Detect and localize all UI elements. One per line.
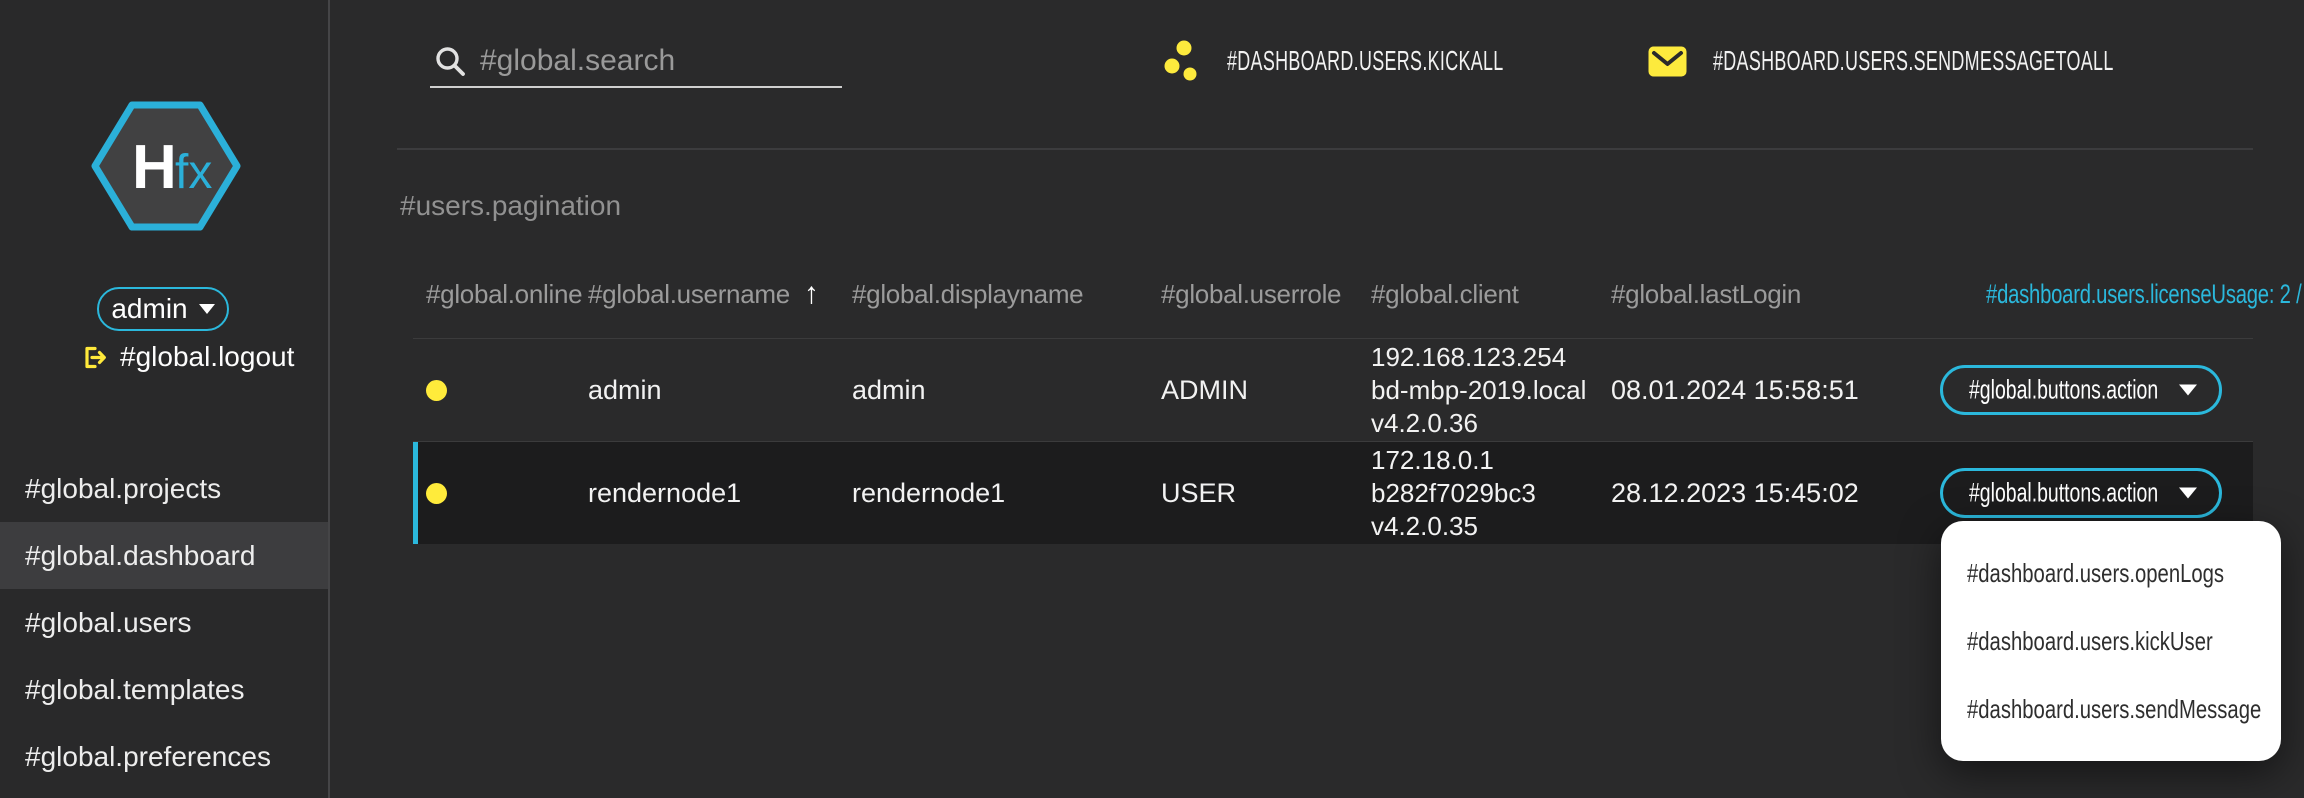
menu-item-label: #dashboard.users.openLogs [1967,558,2224,589]
send-message-to-all-label: #DASHBOARD.USERS.SENDMESSAGETOALL [1713,45,2114,77]
menu-item-label: #dashboard.users.kickUser [1967,626,2213,657]
lastlogin-cell: 28.12.2023 15:45:02 [1611,478,1856,509]
row-action-dropdown-button[interactable]: #global.buttons.action [1940,365,2222,415]
sidebar-nav: #global.projects #global.dashboard #glob… [0,455,328,790]
column-header-label: #global.client [1371,279,1519,310]
online-cell [413,380,588,401]
column-header-online[interactable]: #global.online [413,279,588,310]
column-header-displayname[interactable]: #global.displayname [852,279,1161,310]
sidebar: H fx admin #global.logout #global.projec… [0,0,330,798]
client-version: v4.2.0.36 [1371,407,1611,440]
logo-letter-main: H [132,133,177,202]
action-button-label: #global.buttons.action [1969,478,2158,509]
kick-all-users-button[interactable]: #DASHBOARD.USERS.KICKALL [1163,31,1659,91]
username-cell: rendernode1 [588,478,852,509]
client-version: v4.2.0.35 [1371,510,1611,543]
current-user-label: admin [111,293,187,325]
client-ip: 192.168.123.254 [1371,341,1611,374]
action-dropdown-menu: #dashboard.users.openLogs #dashboard.use… [1941,521,2281,761]
client-cell: 172.18.0.1 b282f7029bc3 v4.2.0.35 [1371,444,1611,543]
sidebar-item-preferences[interactable]: #global.preferences [0,723,328,790]
hexagon-logo-icon: H fx [90,100,242,232]
sidebar-item-users[interactable]: #global.users [0,589,328,656]
table-row[interactable]: admin admin ADMIN 192.168.123.254 bd-mbp… [413,338,2253,441]
online-status-icon [426,483,447,504]
search-field [430,36,842,88]
bubbles-icon [1163,39,1201,83]
logout-button[interactable]: #global.logout [80,340,294,374]
app-root: H fx admin #global.logout #global.projec… [0,0,2304,798]
users-table: #global.online #global.username ↑ #globa… [413,250,2253,544]
sort-ascending-icon: ↑ [804,279,819,309]
sidebar-item-templates[interactable]: #global.templates [0,656,328,723]
online-cell [413,483,588,504]
menu-item-label: #dashboard.users.sendMessage [1967,694,2261,725]
sidebar-item-label: #global.users [25,607,192,639]
topbar-divider [397,148,2253,150]
logo-letter-sub: fx [175,146,212,199]
client-host: b282f7029bc3 [1371,477,1611,510]
column-header-lastlogin[interactable]: #global.lastLogin [1611,279,1856,310]
action-button-label: #global.buttons.action [1969,375,2158,406]
column-header-label: #global.online [426,279,582,310]
lastlogin-cell: 08.01.2024 15:58:51 [1611,375,1856,406]
displayname-cell: admin [852,375,1161,406]
mail-icon [1648,46,1687,77]
column-header-label: #global.username [588,279,790,310]
action-cell: #global.buttons.action [1856,365,2253,415]
chevron-down-icon [2179,488,2197,499]
license-usage-label: #dashboard.users.licenseUsage: 2 / 5 (40… [1856,279,2304,310]
row-action-dropdown-button[interactable]: #global.buttons.action [1940,468,2222,518]
chevron-down-icon [199,304,215,314]
column-header-username[interactable]: #global.username ↑ [588,279,852,310]
current-user-dropdown[interactable]: admin [97,287,229,331]
sidebar-item-label: #global.preferences [25,741,271,773]
action-cell: #global.buttons.action [1856,468,2253,518]
sidebar-item-label: #global.templates [25,674,244,706]
displayname-cell: rendernode1 [852,478,1161,509]
kick-all-users-label: #DASHBOARD.USERS.KICKALL [1227,45,1504,77]
pagination-label: #users.pagination [400,190,621,222]
userrole-cell: USER [1161,478,1371,509]
app-logo[interactable]: H fx [90,100,242,237]
client-cell: 192.168.123.254 bd-mbp-2019.local v4.2.0… [1371,341,1611,440]
client-ip: 172.18.0.1 [1371,444,1611,477]
online-status-icon [426,380,447,401]
column-header-userrole[interactable]: #global.userrole [1161,279,1371,310]
client-host: bd-mbp-2019.local [1371,374,1611,407]
menu-item-open-logs[interactable]: #dashboard.users.openLogs [1941,539,2281,607]
sidebar-item-label: #global.dashboard [25,540,255,572]
column-header-client[interactable]: #global.client [1371,279,1611,310]
column-header-label: #global.userrole [1161,279,1341,310]
column-header-label: #global.lastLogin [1611,279,1801,310]
logout-label: #global.logout [120,341,294,373]
username-cell: admin [588,375,852,406]
menu-item-send-message[interactable]: #dashboard.users.sendMessage [1941,675,2281,743]
table-header-row: #global.online #global.username ↑ #globa… [413,250,2253,338]
userrole-cell: ADMIN [1161,375,1371,406]
sidebar-item-dashboard[interactable]: #global.dashboard [0,522,328,589]
logout-icon [80,344,107,371]
send-message-to-all-button[interactable]: #DASHBOARD.USERS.SENDMESSAGETOALL [1648,31,2304,91]
search-input[interactable] [430,36,842,88]
sidebar-item-projects[interactable]: #global.projects [0,455,328,522]
sidebar-item-label: #global.projects [25,473,221,505]
menu-item-kick-user[interactable]: #dashboard.users.kickUser [1941,607,2281,675]
column-header-label: #global.displayname [852,279,1083,310]
chevron-down-icon [2179,385,2197,396]
